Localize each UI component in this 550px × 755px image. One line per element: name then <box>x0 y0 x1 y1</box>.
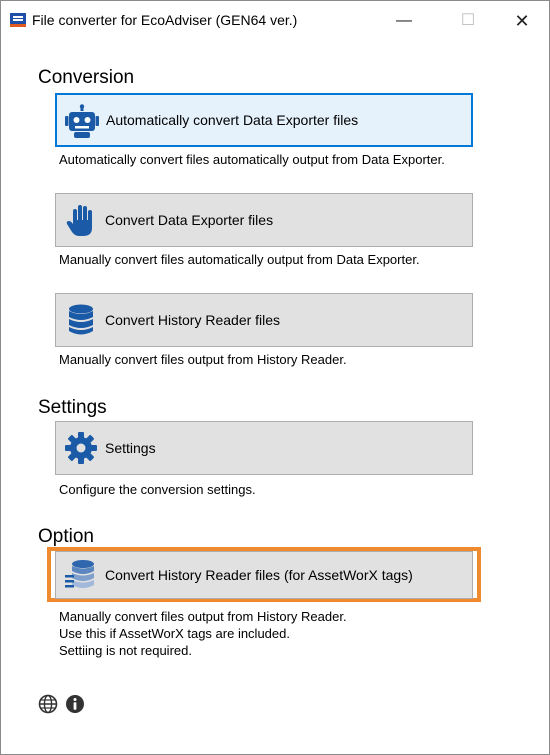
convert-history-reader-button[interactable]: Convert History Reader files <box>55 293 473 347</box>
app-window: File converter for EcoAdviser (GEN64 ver… <box>0 0 550 755</box>
settings-description: Configure the conversion settings. <box>59 482 256 497</box>
convert-history-reader-assetworx-button[interactable]: Convert History Reader files (for AssetW… <box>55 551 473 599</box>
minimize-button[interactable]: — <box>381 1 427 41</box>
convert-history-reader-assetworx-label: Convert History Reader files (for AssetW… <box>105 567 413 583</box>
option-description-line-3: Settiing is not required. <box>59 643 192 658</box>
hand-icon <box>66 205 92 236</box>
auto-convert-description: Automatically convert files automaticall… <box>59 152 445 167</box>
convert-history-reader-label: Convert History Reader files <box>105 312 281 328</box>
auto-convert-label: Automatically convert Data Exporter file… <box>106 112 359 128</box>
convert-history-reader-description: Manually convert files output from Histo… <box>59 352 347 367</box>
option-heading: Option <box>38 526 94 547</box>
convert-data-exporter-label: Convert Data Exporter files <box>105 212 274 228</box>
auto-convert-button[interactable]: Automatically convert Data Exporter file… <box>55 93 473 147</box>
option-description-line-1: Manually convert files output from Histo… <box>59 609 347 624</box>
settings-heading: Settings <box>38 397 107 418</box>
database-icon <box>69 304 93 335</box>
settings-button[interactable]: Settings <box>55 421 473 475</box>
close-button[interactable]: ✕ <box>499 1 545 41</box>
convert-data-exporter-button[interactable]: Convert Data Exporter files <box>55 193 473 247</box>
conversion-heading: Conversion <box>38 67 135 88</box>
settings-label: Settings <box>105 440 156 456</box>
option-description-line-2: Use this if AssetWorX tags are included. <box>59 626 290 641</box>
title-bar: File converter for EcoAdviser (GEN64 ver… <box>1 1 549 46</box>
info-icon[interactable] <box>65 694 85 714</box>
database-tags-icon <box>65 560 94 588</box>
maximize-button[interactable]: ☐ <box>445 1 491 41</box>
window-title: File converter for EcoAdviser (GEN64 ver… <box>32 12 298 28</box>
convert-data-exporter-description: Manually convert files automatically out… <box>59 252 420 267</box>
robot-icon <box>65 104 99 138</box>
app-logo-icon <box>10 13 26 27</box>
gear-icon <box>65 432 97 464</box>
globe-icon[interactable] <box>38 694 58 714</box>
